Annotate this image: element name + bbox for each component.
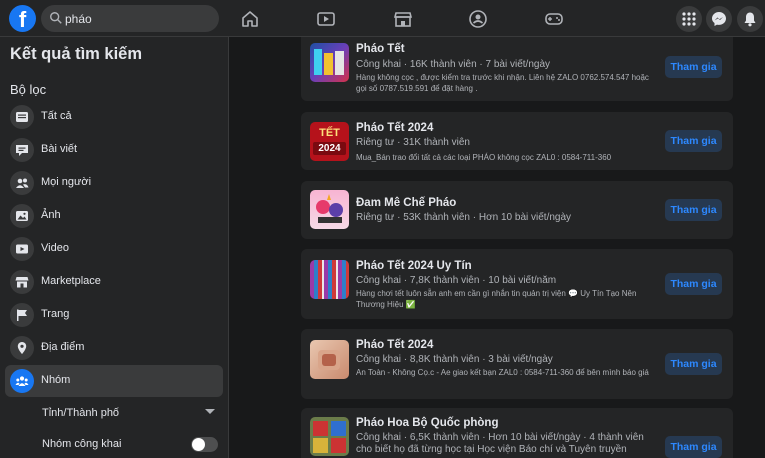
sidebar-item-label: Tất cả: [41, 110, 72, 122]
group-result-card[interactable]: Pháo Tết 2024 Uy Tín Công khai · 7,8K th…: [301, 249, 733, 319]
sidebar-item-photos[interactable]: Ảnh: [5, 200, 223, 232]
group-thumbnail[interactable]: [310, 190, 349, 229]
join-button[interactable]: Tham gia: [665, 130, 722, 152]
search-box[interactable]: [41, 5, 219, 32]
group-description: An Toàn - Không Cọ.c - Ae giao kết bạn Z…: [356, 368, 649, 377]
location-pin-icon: [10, 336, 34, 360]
group-result-card[interactable]: Pháo Tết 2024 Công khai · 8,8K thành viê…: [301, 329, 733, 399]
filters-heading: Bộ lọc: [10, 82, 47, 97]
sidebar-item-label: Mọi người: [41, 176, 92, 188]
people-icon: [10, 171, 34, 195]
search-input[interactable]: [65, 5, 215, 32]
group-name[interactable]: Pháo Tết 2024 Uy Tín: [356, 260, 472, 272]
group-result-card[interactable]: TẾT 2024 Pháo Tết 2024 Riêng tư · 31K th…: [301, 112, 733, 170]
group-thumbnail[interactable]: [310, 43, 349, 82]
group-thumbnail[interactable]: TẾT 2024: [310, 122, 349, 161]
notifications-button[interactable]: [737, 6, 763, 32]
sidebar-item-pages[interactable]: Trang: [5, 299, 223, 331]
bell-icon: [744, 12, 756, 27]
sidebar-item-label: Địa điểm: [41, 341, 85, 353]
join-button[interactable]: Tham gia: [665, 273, 722, 295]
video-icon[interactable]: [316, 9, 336, 29]
menu-grid-icon: [682, 12, 696, 26]
sidebar-item-places[interactable]: Địa điểm: [5, 332, 223, 364]
sidebar-item-people[interactable]: Mọi người: [5, 167, 223, 199]
home-icon[interactable]: [240, 9, 260, 29]
chevron-down-icon[interactable]: [205, 409, 215, 414]
group-name[interactable]: Pháo Tết: [356, 43, 405, 55]
top-bar: f: [0, 0, 765, 37]
join-button[interactable]: Tham gia: [665, 436, 722, 458]
group-result-card[interactable]: Đam Mê Chế Pháo Riêng tư · 53K thành viê…: [301, 181, 733, 239]
sidebar-item-video[interactable]: Video: [5, 233, 223, 265]
join-button[interactable]: Tham gia: [665, 199, 722, 221]
toggle-knob: [192, 438, 205, 451]
video-icon: [10, 237, 34, 261]
group-meta: Công khai · 6,5K thành viên · Hơn 10 bài…: [356, 432, 644, 455]
marketplace-icon[interactable]: [393, 9, 413, 29]
group-name[interactable]: Pháo Tết 2024: [356, 122, 433, 134]
menu-button[interactable]: [676, 6, 702, 32]
filter-public-groups-label: Nhóm công khai: [42, 438, 122, 450]
scrollbar[interactable]: [757, 37, 765, 458]
sidebar-item-label: Nhóm: [41, 374, 71, 386]
photos-icon: [10, 204, 34, 228]
gaming-icon[interactable]: [544, 9, 564, 29]
group-result-card[interactable]: Pháo Tết Công khai · 16K thành viên · 7 …: [301, 37, 733, 101]
group-meta: Công khai · 7,8K thành viên · 10 bài viế…: [356, 275, 557, 286]
group-name[interactable]: Pháo Hoa Bộ Quốc phòng: [356, 417, 498, 429]
group-meta: Riêng tư · 31K thành viên: [356, 137, 470, 148]
pages-flag-icon: [10, 303, 34, 327]
page-title: Kết quả tìm kiếm: [10, 45, 143, 63]
search-results: Pháo Tết Công khai · 16K thành viên · 7 …: [229, 37, 765, 458]
marketplace-icon: [10, 270, 34, 294]
sidebar-item-label: Trang: [41, 308, 70, 320]
sidebar-item-groups[interactable]: Nhóm: [5, 365, 223, 397]
sidebar-item-label: Marketplace: [41, 275, 101, 287]
group-thumbnail[interactable]: [310, 260, 349, 299]
thumbnail-text: 2024: [313, 142, 346, 155]
sidebar-item-posts[interactable]: Bài viết: [5, 134, 223, 166]
messenger-icon: [712, 12, 726, 26]
group-meta: Công khai · 16K thành viên · 7 bài viết/…: [356, 59, 551, 70]
public-groups-toggle[interactable]: [191, 437, 218, 452]
posts-icon: [10, 138, 34, 162]
all-results-icon: [10, 105, 34, 129]
filter-province[interactable]: Tỉnh/Thành phố: [42, 407, 119, 419]
join-button[interactable]: Tham gia: [665, 353, 722, 375]
join-button[interactable]: Tham gia: [665, 56, 722, 78]
thumbnail-text: TẾT: [319, 127, 340, 139]
sidebar-item-marketplace[interactable]: Marketplace: [5, 266, 223, 298]
group-meta: Riêng tư · 53K thành viên · Hơn 10 bài v…: [356, 212, 572, 223]
group-name[interactable]: Pháo Tết 2024: [356, 339, 433, 351]
group-thumbnail[interactable]: [310, 340, 349, 379]
sidebar-item-label: Video: [41, 242, 69, 254]
sidebar-item-label: Bài viết: [41, 143, 78, 155]
sidebar-item-all[interactable]: Tất cả: [5, 101, 223, 133]
group-description: Hàng chơi tết luôn sẵn anh em cần gì nhắ…: [356, 289, 637, 309]
group-description: Hàng không cọc , được kiểm tra trước khi…: [356, 73, 649, 93]
groups-icon: [10, 369, 34, 393]
groups-icon[interactable]: [468, 9, 488, 29]
group-result-card[interactable]: Pháo Hoa Bộ Quốc phòng Công khai · 6,5K …: [301, 408, 733, 458]
group-meta: Công khai · 8,8K thành viên · 3 bài viết…: [356, 354, 553, 365]
group-thumbnail[interactable]: [310, 417, 349, 456]
messenger-button[interactable]: [706, 6, 732, 32]
search-icon: [50, 12, 62, 24]
facebook-logo[interactable]: f: [9, 5, 36, 32]
sidebar-item-label: Ảnh: [41, 209, 61, 221]
group-description: Mua_Bán trao đổi tất cả các loại PHÁO kh…: [356, 153, 612, 162]
group-name[interactable]: Đam Mê Chế Pháo: [356, 197, 456, 209]
